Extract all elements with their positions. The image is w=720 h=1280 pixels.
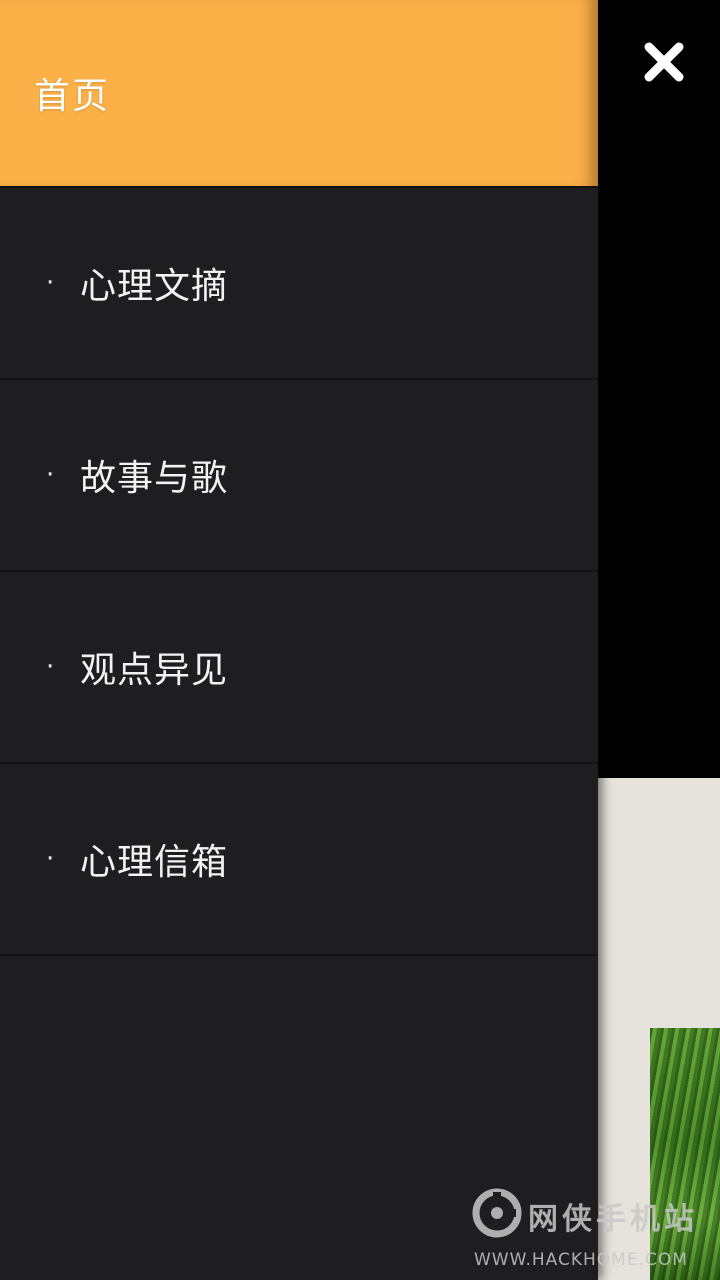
drawer-item-psychology-digest[interactable]: · 心理文摘 [0, 188, 598, 380]
close-button[interactable] [640, 38, 688, 86]
drawer-item-opinions[interactable]: · 观点异见 [0, 572, 598, 764]
drawer-item-stories-and-songs[interactable]: · 故事与歌 [0, 380, 598, 572]
drawer-item-label: 故事与歌 [80, 458, 229, 499]
bullet-dot: · [46, 460, 55, 490]
drawer-item-psychology-mailbox[interactable]: · 心理信箱 [0, 764, 598, 956]
article-thumbnail [650, 1028, 720, 1280]
bullet-dot: · [46, 652, 55, 682]
bullet-dot: · [46, 844, 55, 874]
navigation-drawer: 首页 · 心理文摘 · 故事与歌 · 观点异见 · 心理信箱 [0, 0, 598, 1280]
drawer-item-label: 观点异见 [80, 650, 229, 691]
close-icon [644, 42, 684, 82]
drawer-home-label: 首页 [34, 76, 111, 117]
drawer-item-home[interactable]: 首页 [0, 0, 598, 188]
drawer-item-label: 心理文摘 [80, 266, 229, 307]
drawer-item-label: 心理信箱 [80, 842, 229, 883]
app-screen: 首页 · 心理文摘 · 故事与歌 · 观点异见 · 心理信箱 网侠手机站 WWW… [0, 0, 720, 1280]
bullet-dot: · [46, 268, 55, 298]
